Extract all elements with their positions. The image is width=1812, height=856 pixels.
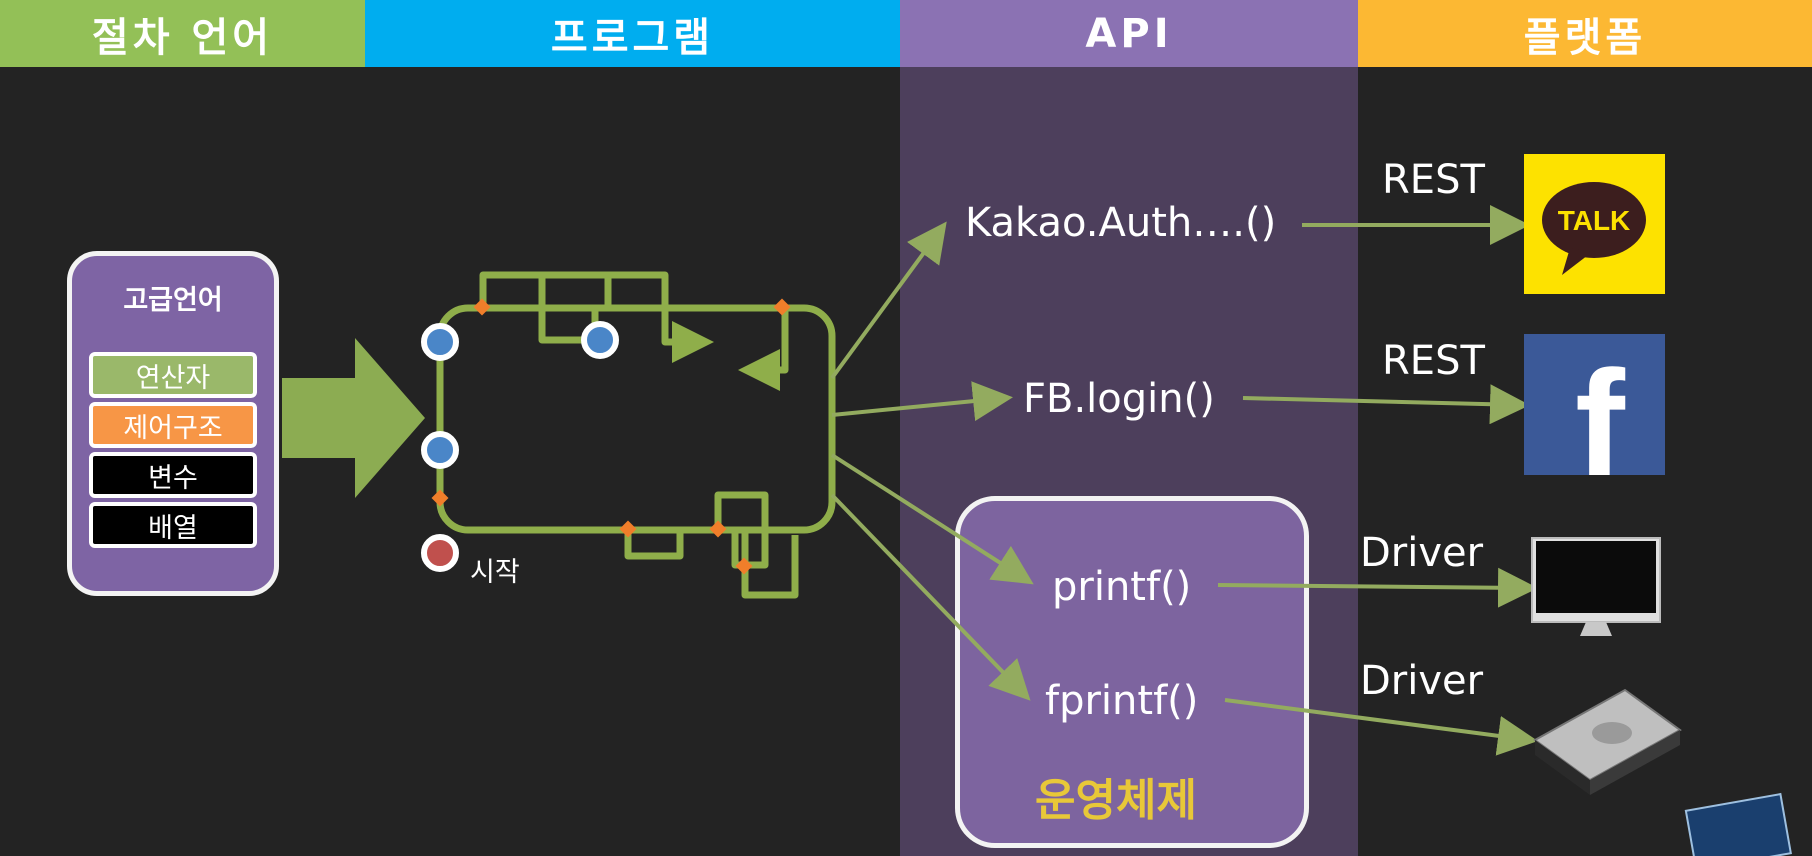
api-kakao-auth: Kakao.Auth….()	[965, 200, 1277, 246]
svg-text:TALK: TALK	[1558, 205, 1631, 236]
monitor-icon	[1531, 537, 1661, 636]
start-node	[421, 534, 459, 572]
start-label: 시작	[470, 557, 520, 588]
os-label: 운영체제	[1035, 775, 1197, 826]
connection-rest-1: REST	[1382, 157, 1485, 203]
svg-text:f: f	[1575, 339, 1626, 507]
connection-driver-1: Driver	[1360, 530, 1484, 576]
api-printf: printf()	[1052, 564, 1192, 610]
hard-disk-icon	[1533, 688, 1682, 795]
api-fb-login: FB.login()	[1023, 376, 1215, 422]
program-flow-loop	[436, 271, 836, 599]
facebook-icon: f	[1524, 334, 1665, 507]
tablet-icon	[1684, 792, 1792, 856]
big-arrow-icon	[282, 338, 425, 498]
program-to-api-arrows	[830, 221, 1034, 701]
kakaotalk-icon: TALK	[1524, 154, 1665, 294]
connection-rest-2: REST	[1382, 338, 1485, 384]
connection-driver-2: Driver	[1360, 658, 1484, 704]
api-fprintf: fprintf()	[1045, 678, 1199, 724]
diagram-graphics: TALK f	[282, 154, 1792, 856]
